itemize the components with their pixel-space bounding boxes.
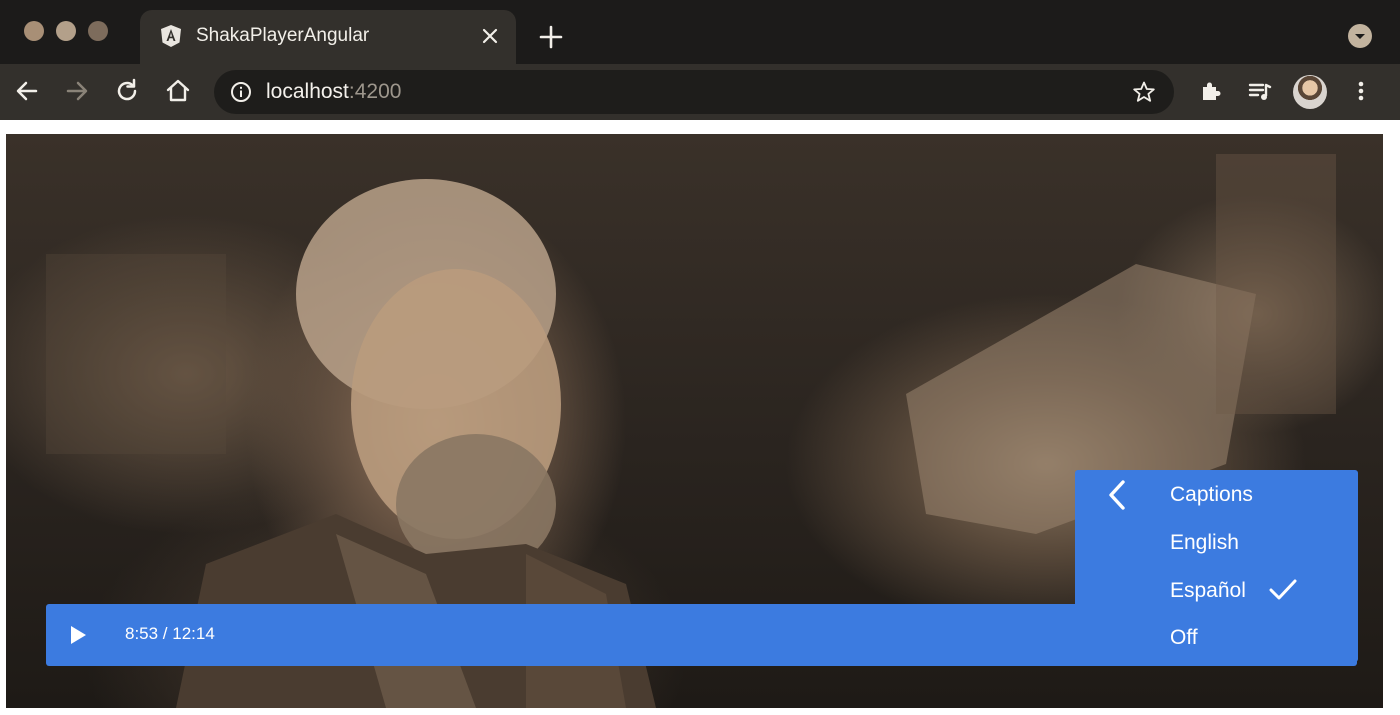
media-control-icon[interactable] — [1245, 76, 1275, 106]
star-icon[interactable] — [1132, 80, 1156, 104]
captions-menu-title: Captions — [1170, 483, 1253, 506]
checkmark-icon — [1269, 579, 1297, 600]
new-tab-icon[interactable] — [538, 24, 564, 50]
chevron-left-icon[interactable] — [1103, 478, 1133, 512]
captions-option-off[interactable]: Off — [1170, 626, 1198, 650]
back-icon[interactable] — [12, 76, 42, 106]
forward-icon[interactable] — [62, 76, 92, 106]
tab-title: ShakaPlayerAngular — [196, 25, 370, 46]
captions-option-english[interactable]: English — [1170, 531, 1239, 555]
captions-menu: Captions English Español Off — [1075, 470, 1358, 662]
url-text: localhost:4200 — [266, 80, 401, 104]
chevron-down-icon — [1355, 34, 1365, 39]
angular-logo-icon — [161, 25, 181, 47]
tab-search-button[interactable] — [1348, 24, 1372, 48]
browser-toolbar: localhost:4200 — [0, 64, 1400, 120]
page-content: 8:53 / 12:14 Captions English Español Of… — [0, 120, 1400, 715]
home-icon[interactable] — [163, 76, 193, 106]
play-icon[interactable] — [68, 625, 88, 645]
url-host: localhost — [266, 80, 349, 103]
captions-option-espanol[interactable]: Español — [1170, 579, 1246, 603]
avatar[interactable] — [1293, 75, 1327, 109]
browser-tab[interactable]: ShakaPlayerAngular — [140, 10, 516, 64]
extensions-icon[interactable] — [1196, 76, 1226, 106]
info-icon[interactable] — [230, 81, 252, 103]
reload-icon[interactable] — [112, 76, 142, 106]
address-bar[interactable]: localhost:4200 — [214, 70, 1174, 114]
url-port: :4200 — [348, 80, 402, 103]
close-window-button[interactable] — [24, 21, 44, 41]
playback-time: 8:53 / 12:14 — [125, 624, 215, 643]
video-player[interactable]: 8:53 / 12:14 Captions English Español Of… — [6, 134, 1383, 708]
browser-tab-strip: ShakaPlayerAngular — [0, 0, 1400, 64]
zoom-window-button[interactable] — [88, 21, 108, 41]
close-tab-icon[interactable] — [478, 24, 502, 48]
minimize-window-button[interactable] — [56, 21, 76, 41]
menu-icon[interactable] — [1346, 76, 1376, 106]
